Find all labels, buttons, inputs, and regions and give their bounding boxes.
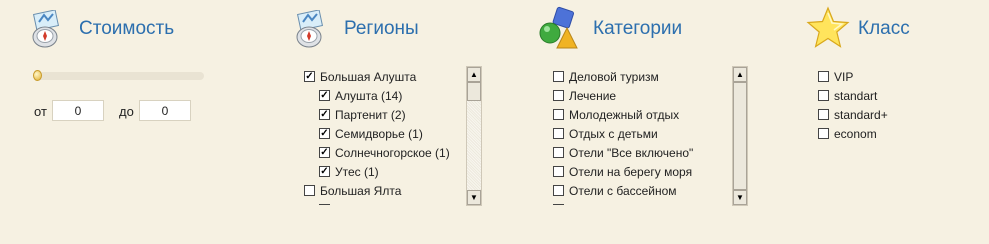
list-item[interactable]: ✓ Солнечногорское (1) xyxy=(319,143,450,162)
class-checkbox[interactable] xyxy=(818,90,829,101)
list-item[interactable]: Отдых с детьми xyxy=(553,124,658,143)
category-label: Лечение xyxy=(569,88,617,103)
categories-list: Деловой туризм Лечение Молодежный отдых … xyxy=(550,67,730,205)
category-checkbox[interactable] xyxy=(553,90,564,101)
category-checkbox[interactable] xyxy=(553,71,564,82)
region-checkbox[interactable]: ✓ xyxy=(319,109,330,120)
category-label: Молодежный отдых xyxy=(569,107,680,122)
scroll-up-button[interactable]: ▲ xyxy=(733,67,747,82)
list-item[interactable]: econom xyxy=(818,124,877,143)
regions-list: ✓ Большая Алушта ✓ Алушта (14) ✓ Партени… xyxy=(300,67,465,205)
compass-map-icon xyxy=(292,9,332,50)
list-item[interactable]: ✓ Семидворье (1) xyxy=(319,124,423,143)
category-checkbox[interactable] xyxy=(553,128,564,139)
category-label: Деловой туризм xyxy=(569,69,659,84)
list-item[interactable]: Большая Ялта xyxy=(304,181,401,200)
region-checkbox[interactable]: ✓ xyxy=(319,128,330,139)
region-checkbox[interactable]: ✓ xyxy=(319,166,330,177)
scroll-down-button[interactable]: ▼ xyxy=(733,190,747,205)
region-checkbox[interactable] xyxy=(319,204,330,205)
category-label: Отели с бассейном xyxy=(569,183,677,198)
class-label: standard+ xyxy=(834,107,888,122)
regions-title: Регионы xyxy=(344,18,419,39)
class-list: VIP standart standard+ econom xyxy=(815,67,935,147)
class-checkbox[interactable] xyxy=(818,71,829,82)
category-label: Отдых с детьми xyxy=(569,126,658,141)
category-checkbox[interactable] xyxy=(553,204,564,205)
category-checkbox[interactable] xyxy=(553,109,564,120)
list-item[interactable]: Отели с бассейном xyxy=(553,181,677,200)
list-item[interactable]: VIP xyxy=(818,67,853,86)
list-item[interactable]: ✓ Партенит (2) xyxy=(319,105,406,124)
price-to-input[interactable] xyxy=(139,100,191,121)
region-label: Утес (1) xyxy=(335,164,379,179)
category-label: Отели на берегу моря xyxy=(569,164,693,179)
region-label: Большая Алушта xyxy=(320,69,417,84)
region-label: Семидворье (1) xyxy=(335,126,423,141)
class-label: econom xyxy=(834,126,877,141)
categories-title: Категории xyxy=(593,18,683,39)
list-item[interactable]: ✓ Утес (1) xyxy=(319,162,379,181)
class-label: VIP xyxy=(834,69,854,84)
list-item[interactable]: standart xyxy=(818,86,877,105)
categories-scrollbar[interactable]: ▲ ▼ xyxy=(732,66,748,206)
list-item[interactable]: standard+ xyxy=(818,105,888,124)
regions-scrollbar[interactable]: ▲ ▼ xyxy=(466,66,482,206)
region-checkbox[interactable]: ✓ xyxy=(319,90,330,101)
scroll-down-button[interactable]: ▼ xyxy=(467,190,481,205)
class-checkbox[interactable] xyxy=(818,109,829,120)
list-item[interactable]: ✓ Большая Алушта xyxy=(304,67,416,86)
class-label: standart xyxy=(834,88,878,103)
list-item[interactable]: Отели "Все включено" xyxy=(553,143,693,162)
list-item[interactable]: Молодежный отдых xyxy=(553,105,679,124)
class-checkbox[interactable] xyxy=(818,128,829,139)
cost-title: Стоимость xyxy=(79,18,175,39)
shapes-icon xyxy=(537,6,581,50)
list-item[interactable]: Лечение xyxy=(553,86,616,105)
region-label: Солнечногорское (1) xyxy=(335,145,450,160)
list-item[interactable]: Деловой туризм xyxy=(553,67,659,86)
region-label: Партенит (2) xyxy=(335,107,406,122)
region-label: Большая Ялта xyxy=(320,183,402,198)
price-from-input[interactable] xyxy=(52,100,104,121)
price-slider-track[interactable] xyxy=(34,72,204,80)
region-checkbox[interactable] xyxy=(304,185,315,196)
category-checkbox[interactable] xyxy=(553,166,564,177)
scroll-up-button[interactable]: ▲ xyxy=(467,67,481,82)
list-item[interactable]: ✓ Алушта (14) xyxy=(319,86,402,105)
class-title: Класс xyxy=(858,18,910,39)
category-label: Отели "Все включено" xyxy=(569,145,694,160)
star-icon xyxy=(805,5,851,51)
scroll-thumb[interactable] xyxy=(467,82,481,101)
category-checkbox[interactable] xyxy=(553,185,564,196)
region-checkbox[interactable]: ✓ xyxy=(319,147,330,158)
compass-map-icon xyxy=(28,9,68,50)
to-label: до xyxy=(119,104,134,119)
list-item xyxy=(553,200,569,205)
list-item xyxy=(319,200,335,205)
region-checkbox[interactable]: ✓ xyxy=(304,71,315,82)
from-label: от xyxy=(34,104,47,119)
category-checkbox[interactable] xyxy=(553,147,564,158)
list-item[interactable]: Отели на берегу моря xyxy=(553,162,692,181)
scroll-thumb[interactable] xyxy=(733,82,747,190)
price-slider-handle[interactable] xyxy=(33,70,42,81)
region-label: Алушта (14) xyxy=(335,88,403,103)
